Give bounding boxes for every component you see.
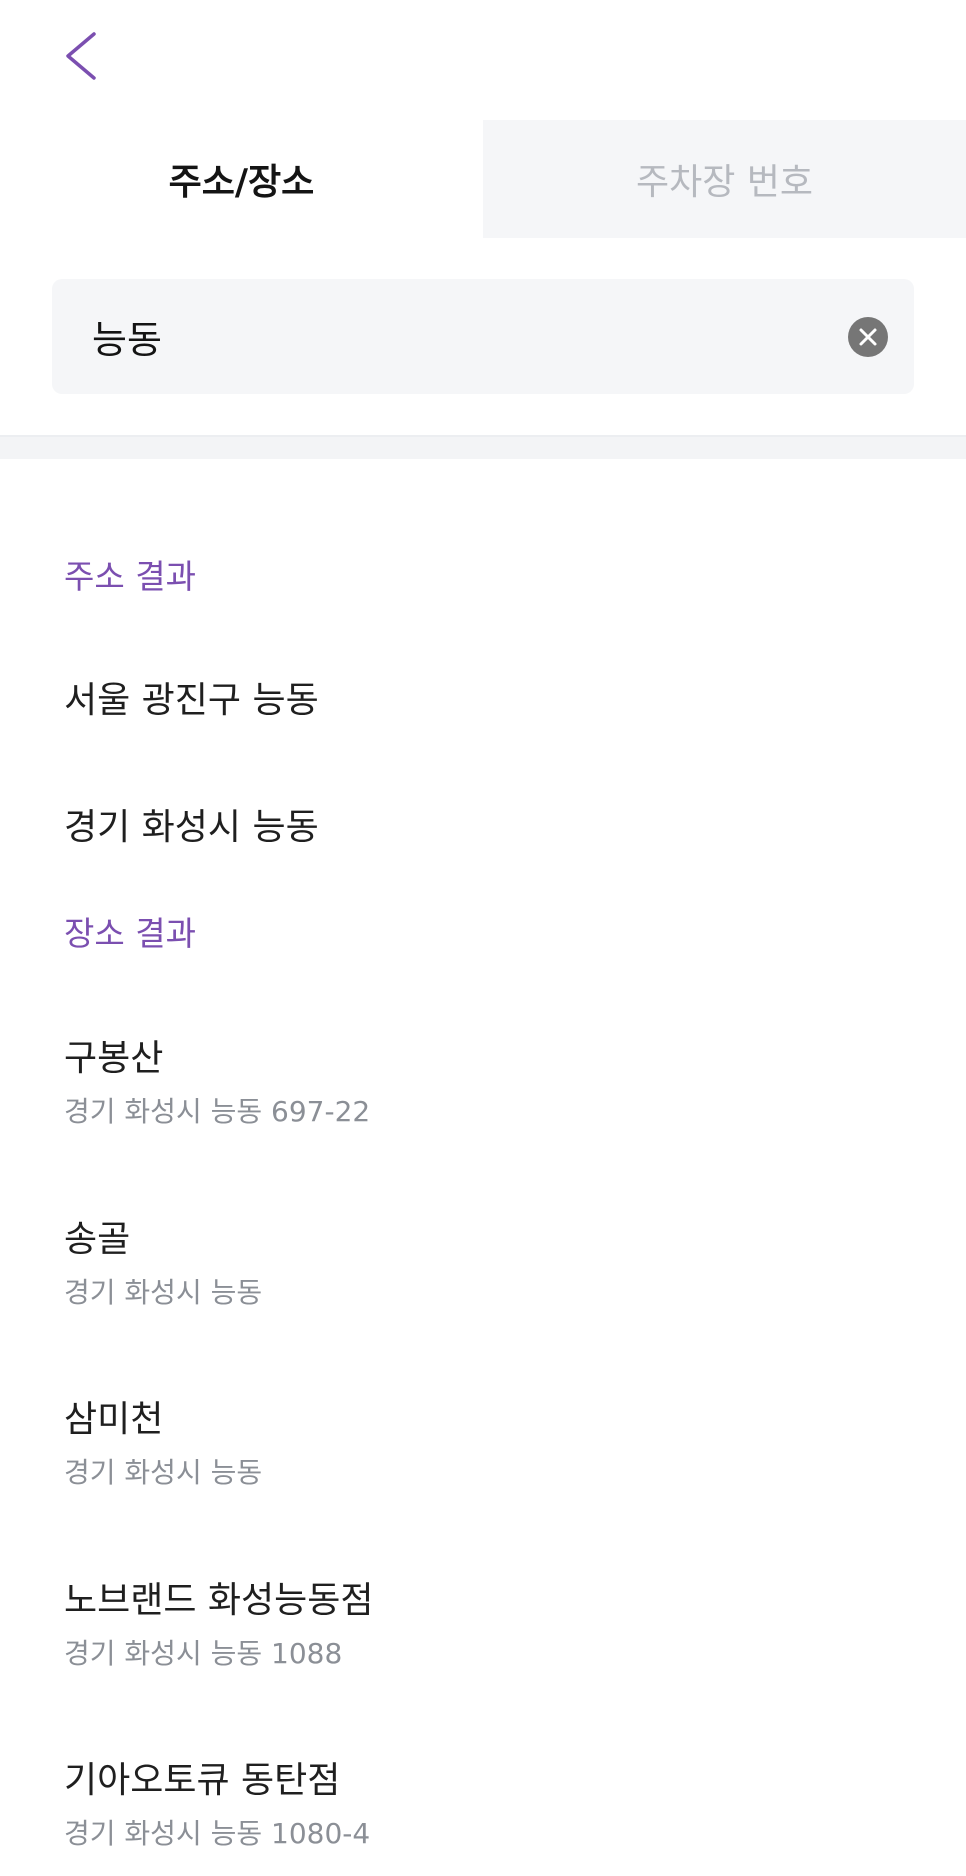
place-name: 노브랜드 화성능동점 [64, 1580, 374, 1621]
search-box [52, 279, 914, 394]
address-results-header: 주소 결과 [64, 557, 196, 596]
place-result-item[interactable]: 송골 경기 화성시 능동 [64, 1218, 924, 1310]
address-result-item[interactable]: 서울 광진구 능동 [64, 679, 924, 723]
place-result-item[interactable]: 노브랜드 화성능동점 경기 화성시 능동 1088 [64, 1579, 924, 1671]
address-result-item[interactable]: 경기 화성시 능동 [64, 806, 924, 850]
place-results-header: 장소 결과 [64, 914, 196, 953]
place-address: 경기 화성시 능동 697-22 [64, 1095, 371, 1128]
place-address: 경기 화성시 능동 1080-4 [64, 1817, 371, 1850]
place-result-item[interactable]: 구봉산 경기 화성시 능동 697-22 [64, 1037, 924, 1129]
back-button[interactable] [56, 26, 106, 86]
search-type-tabs: 주소/장소 주차장 번호 [0, 120, 966, 238]
chevron-left-icon [56, 26, 106, 86]
tab-parking-number[interactable]: 주차장 번호 [483, 120, 966, 238]
search-input[interactable] [92, 279, 832, 394]
clear-search-button[interactable] [848, 317, 888, 357]
place-name: 송골 [64, 1219, 131, 1260]
place-address: 경기 화성시 능동 1088 [64, 1637, 343, 1670]
place-address: 경기 화성시 능동 [64, 1456, 263, 1489]
place-name: 구봉산 [64, 1038, 164, 1079]
clear-circle-icon [848, 317, 888, 357]
place-name: 기아오토큐 동탄점 [64, 1760, 341, 1801]
section-divider [0, 435, 966, 459]
place-result-item[interactable]: 기아오토큐 동탄점 경기 화성시 능동 1080-4 [64, 1759, 924, 1851]
place-result-item[interactable]: 삼미천 경기 화성시 능동 [64, 1398, 924, 1490]
place-name: 삼미천 [64, 1399, 164, 1440]
tab-address-place[interactable]: 주소/장소 [0, 120, 483, 238]
place-address: 경기 화성시 능동 [64, 1276, 263, 1309]
